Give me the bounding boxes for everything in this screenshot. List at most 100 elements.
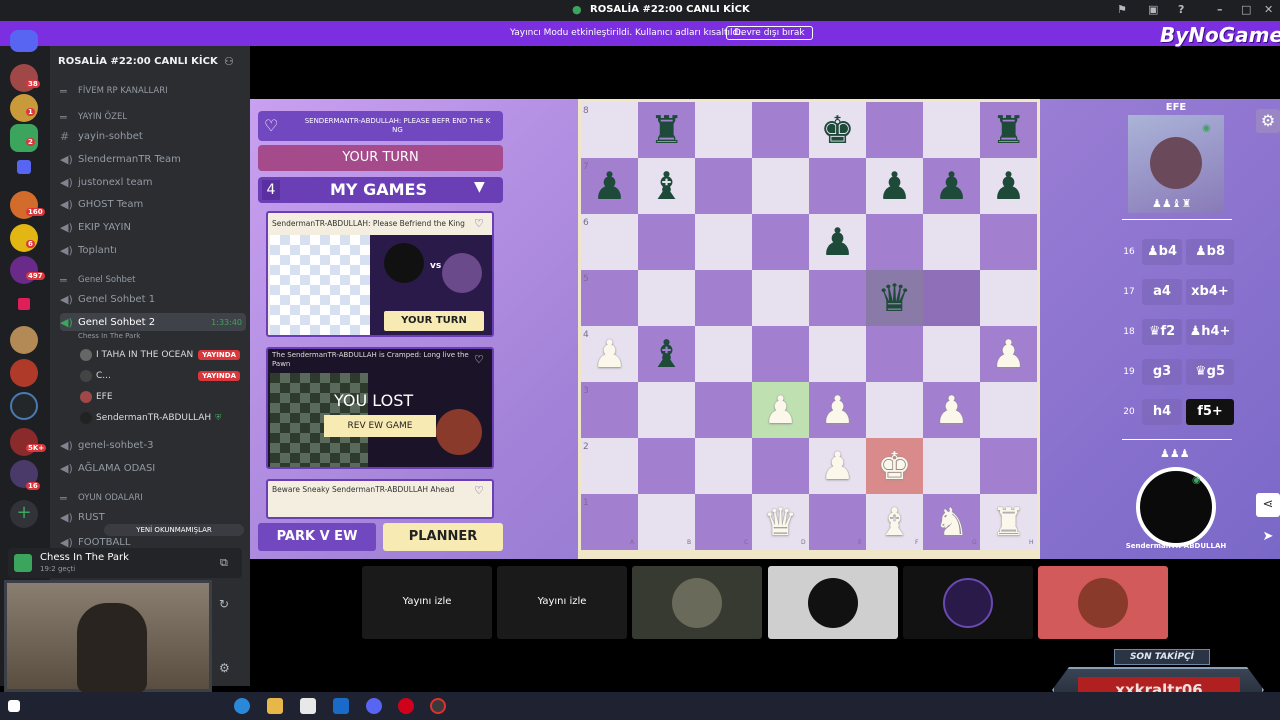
heart-icon[interactable]: ♡ (474, 484, 484, 497)
stream-tile[interactable]: Yayını izle (362, 566, 492, 639)
server-icon[interactable] (10, 359, 38, 387)
white-piece[interactable]: ♚ (866, 438, 923, 494)
white-piece[interactable]: ♟ (809, 438, 866, 494)
board-square[interactable] (923, 214, 980, 270)
folder-icon[interactable] (18, 298, 30, 310)
board-square[interactable] (695, 438, 752, 494)
heart-icon[interactable]: ♡ (474, 353, 484, 366)
board-square[interactable] (581, 214, 638, 270)
channel-yayin-sohbet[interactable]: # yayin-sohbet (60, 127, 246, 145)
disable-streamer-mode-button[interactable]: Devre dışı bırak (726, 26, 813, 40)
obs-icon[interactable] (430, 698, 446, 714)
server-icon[interactable] (10, 392, 38, 420)
server-icon[interactable] (10, 94, 38, 122)
start-icon[interactable] (8, 700, 20, 712)
board-square[interactable] (923, 438, 980, 494)
board-square[interactable] (809, 270, 866, 326)
settings-gear-icon[interactable]: ⚙ (219, 661, 230, 675)
maximize-icon[interactable]: □ (1241, 3, 1251, 16)
channel-ekip-yayin[interactable]: ◀) EKIP YAYIN (60, 218, 246, 236)
heart-icon[interactable]: ♡ (474, 217, 484, 230)
discord-home-icon[interactable] (10, 30, 38, 52)
black-move[interactable]: ♟b8 (1186, 239, 1234, 265)
game-card-3[interactable]: Beware Sneaky SendermanTR-ABDULLAH Ahead… (266, 479, 494, 519)
server-icon[interactable] (10, 224, 38, 252)
edge-icon[interactable] (234, 698, 250, 714)
board-square[interactable] (980, 270, 1037, 326)
opera-icon[interactable] (398, 698, 414, 714)
share-icon[interactable]: ⋖ (1256, 493, 1280, 517)
board-square[interactable] (752, 438, 809, 494)
channel-genel-sohbet-3[interactable]: ◀) genel-sohbet-3 (60, 436, 246, 454)
mail-icon[interactable] (333, 698, 349, 714)
black-piece[interactable]: ♜ (980, 102, 1037, 158)
board-square[interactable] (695, 214, 752, 270)
stream-tile[interactable] (1038, 566, 1168, 639)
board-square[interactable] (638, 382, 695, 438)
folder-icon[interactable] (17, 160, 31, 174)
refresh-icon[interactable]: ↻ (219, 597, 229, 611)
board-square[interactable] (866, 326, 923, 382)
board-square[interactable] (752, 158, 809, 214)
your-turn-button[interactable]: YOUR TURN (384, 311, 484, 331)
black-piece[interactable]: ♟ (809, 214, 866, 270)
board-square[interactable] (809, 326, 866, 382)
send-icon[interactable]: ➤ (1256, 525, 1280, 549)
review-game-button[interactable]: REV EW GAME (324, 415, 436, 437)
stream-tile[interactable] (903, 566, 1033, 639)
white-piece[interactable]: ♟ (980, 326, 1037, 382)
board-square[interactable] (581, 438, 638, 494)
white-piece[interactable]: ♛ (752, 494, 809, 550)
category-yayin-ozel[interactable]: ═ YAYIN ÖZEL (60, 108, 246, 126)
chess-board[interactable]: 8 ♜ ♚ ♜ 7 ♟ ♝ ♟ ♟ ♟ 6 ♟ 5 ♛ 4 ♟ ♝ ♟ 3 ♟ ♟ ♟ 2 ♟ ♚ 1 A B C D ♛ E F ♝ G ♞ H ♜ (578, 99, 1040, 559)
board-square[interactable] (752, 102, 809, 158)
white-move[interactable]: h4 (1142, 399, 1182, 425)
white-piece[interactable]: ♟ (809, 382, 866, 438)
planner-button[interactable]: PLANNER (383, 523, 503, 551)
black-move[interactable]: ♟h4+ (1186, 319, 1234, 345)
add-server-icon[interactable]: + (10, 500, 38, 528)
minimize-icon[interactable]: – (1217, 3, 1223, 16)
board-square[interactable] (866, 382, 923, 438)
black-piece[interactable]: ♟ (980, 158, 1037, 214)
voice-user[interactable]: I TAHA IN THE OCEAN YAYINDA (80, 349, 240, 361)
white-piece[interactable]: ♝ (866, 494, 923, 550)
board-square[interactable] (638, 438, 695, 494)
board-square[interactable] (695, 326, 752, 382)
game-card-2[interactable]: The SendermanTR-ABDULLAH is Cramped: Lon… (266, 347, 494, 469)
board-square[interactable] (581, 382, 638, 438)
board-square[interactable] (581, 270, 638, 326)
voice-user[interactable]: C... YAYINDA (80, 370, 240, 382)
board-square[interactable] (980, 438, 1037, 494)
board-square[interactable] (752, 270, 809, 326)
discord-icon[interactable] (366, 698, 382, 714)
monitor-icon[interactable]: ▣ (1148, 3, 1158, 16)
channel-justonexl-team[interactable]: ◀) justonexl team (60, 173, 246, 191)
board-square[interactable] (809, 158, 866, 214)
channel-slendermantr-team[interactable]: ◀) SlendermanTR Team (60, 150, 246, 168)
board-square[interactable] (923, 102, 980, 158)
channel-toplanti[interactable]: ◀) Toplantı (60, 241, 246, 259)
black-move[interactable]: xb4+ (1186, 279, 1234, 305)
board-square[interactable] (923, 326, 980, 382)
white-move[interactable]: a4 (1142, 279, 1182, 305)
server-icon[interactable] (10, 326, 38, 354)
channel-ghost-team[interactable]: ◀) GHOST Team (60, 195, 246, 213)
board-square[interactable] (695, 382, 752, 438)
store-icon[interactable] (300, 698, 316, 714)
board-square[interactable] (695, 102, 752, 158)
black-piece[interactable]: ♚ (809, 102, 866, 158)
white-piece[interactable]: ♟ (581, 326, 638, 382)
black-piece[interactable]: ♛ (866, 270, 923, 326)
inbox-icon[interactable]: ⚑ (1117, 3, 1127, 16)
board-square[interactable] (752, 326, 809, 382)
category-fivem[interactable]: ═ FİVEM RP KANALLARI (60, 82, 246, 100)
stream-tile[interactable] (768, 566, 898, 639)
board-square[interactable] (638, 214, 695, 270)
heart-icon[interactable]: ♡ (264, 116, 278, 135)
close-icon[interactable]: ✕ (1264, 3, 1273, 16)
white-move[interactable]: ♟b4 (1142, 239, 1182, 265)
chevron-down-icon[interactable]: ▼ (474, 179, 485, 195)
board-square[interactable] (923, 270, 980, 326)
board-square[interactable] (866, 102, 923, 158)
